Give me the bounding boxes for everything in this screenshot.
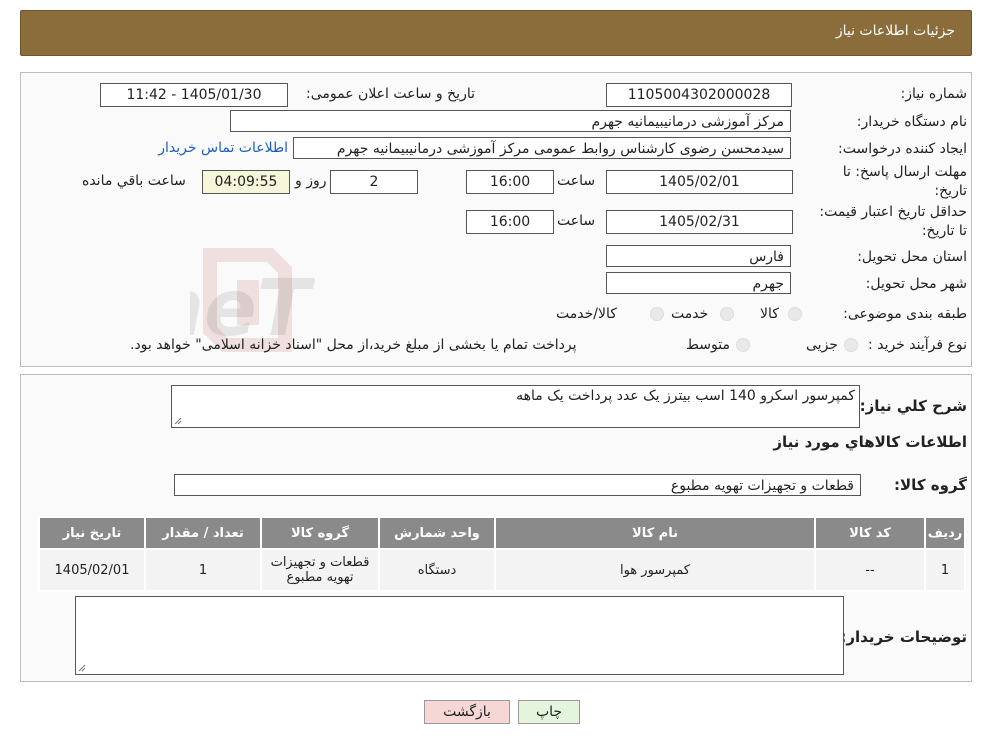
process-payment-note: پرداخت تمام یا بخشی از مبلغ خرید،از محل … — [130, 337, 577, 353]
days-and-label: روز و — [295, 173, 327, 189]
goods-table: رديف کد کالا نام کالا واحد شمارش گروه کا… — [38, 516, 966, 592]
remaining-time-label: ساعت باقي مانده — [82, 173, 186, 189]
category-service-label: خدمت — [671, 306, 709, 322]
col-header-unit: واحد شمارش — [378, 516, 496, 550]
process-minor-label: جزیی — [806, 337, 838, 353]
description-textarea[interactable]: کمپرسور اسکرو 140 اسب بیترز یک عدد پرداخ… — [171, 385, 860, 428]
resize-handle-icon[interactable] — [174, 417, 182, 425]
need-number-value: 1105004302000028 — [606, 83, 792, 107]
reply-deadline-label: مهلت ارسال پاسخ: تا تاریخ: — [842, 164, 967, 199]
requester-label: ایجاد کننده درخواست: — [838, 141, 967, 157]
city-value: جهرم — [606, 272, 791, 294]
col-header-row-number: رديف — [924, 516, 966, 550]
cell-goods-name: کمپرسور هوا — [494, 548, 816, 592]
description-text: کمپرسور اسکرو 140 اسب بیترز یک عدد پرداخ… — [516, 388, 855, 404]
resize-handle-icon[interactable] — [78, 664, 86, 672]
buyer-org-label: نام دستگاه خریدار: — [856, 114, 967, 130]
description-label: شرح کلي نياز: — [859, 397, 967, 415]
category-service-radio[interactable] — [720, 307, 734, 321]
cell-unit: دستگاه — [378, 548, 496, 592]
col-header-quantity: تعداد / مقدار — [144, 516, 262, 550]
price-validity-label: حداقل تاریخ اعتبار قیمت: تا تاریخ: — [819, 204, 967, 239]
process-medium-radio[interactable] — [736, 338, 750, 352]
col-header-goods-name: نام کالا — [494, 516, 816, 550]
province-value: فارس — [606, 245, 791, 267]
validity-time-value: 16:00 — [466, 210, 554, 234]
buyer-notes-textarea[interactable] — [75, 596, 844, 675]
col-header-need-date: تاریخ نیاز — [38, 516, 146, 550]
print-button[interactable]: چاپ — [518, 700, 580, 724]
validity-date-value: 1405/02/31 — [606, 210, 793, 234]
process-type-label: نوع فرآیند خرید : — [868, 337, 967, 353]
need-number-label: شماره نیاز: — [900, 86, 968, 102]
buyer-notes-label: توضیحات خریدار: — [840, 628, 967, 646]
category-goods-service-radio[interactable] — [650, 307, 664, 321]
cell-need-date: 1405/02/01 — [38, 548, 146, 592]
category-goods-radio[interactable] — [788, 307, 802, 321]
goods-group-value: قطعات و تجهیزات تهویه مطبوع — [174, 474, 861, 496]
reply-hour-label: ساعت — [557, 173, 596, 189]
remaining-days-value: 2 — [330, 170, 418, 194]
category-goods-service-label: کالا/خدمت — [556, 306, 617, 322]
province-label: استان محل تحویل: — [857, 249, 967, 265]
reply-date-value: 1405/02/01 — [606, 170, 793, 194]
category-goods-label: کالا — [760, 306, 779, 322]
cell-quantity: 1 — [144, 548, 262, 592]
goods-table-wrapper: رديف کد کالا نام کالا واحد شمارش گروه کا… — [38, 516, 966, 592]
validity-hour-label: ساعت — [557, 213, 596, 229]
announce-datetime-value: 1405/01/30 - 11:42 — [100, 83, 288, 107]
col-header-goods-group: گروه کالا — [260, 516, 380, 550]
requester-value: سیدمحسن رضوی کارشناس روابط عمومی مرکز آم… — [293, 137, 791, 159]
category-label: طبقه بندی موضوعی: — [843, 306, 967, 322]
cell-goods-code: -- — [814, 548, 926, 592]
page-title: جزئیات اطلاعات نیاز — [835, 23, 955, 39]
goods-table-header: رديف کد کالا نام کالا واحد شمارش گروه کا… — [38, 516, 966, 550]
reply-time-value: 16:00 — [466, 170, 554, 194]
buyer-org-value: مرکز آموزشی درمانیبیمانیه جهرم — [230, 110, 791, 132]
city-label: شهر محل تحویل: — [865, 276, 967, 292]
buyer-contact-link[interactable]: اطلاعات تماس خریدار — [158, 140, 288, 156]
announce-datetime-label: تاریخ و ساعت اعلان عمومی: — [306, 86, 475, 102]
process-medium-label: متوسط — [686, 337, 730, 353]
goods-info-title: اطلاعات کالاهاي مورد نياز — [773, 433, 967, 451]
page-header: جزئیات اطلاعات نیاز — [20, 10, 972, 56]
cell-goods-group: قطعات و تجهیزات تهویه مطبوع — [260, 548, 380, 592]
back-button[interactable]: بازگشت — [424, 700, 510, 724]
process-minor-radio[interactable] — [844, 338, 858, 352]
remaining-time-value: 04:09:55 — [202, 170, 290, 194]
col-header-goods-code: کد کالا — [814, 516, 926, 550]
table-row: 1 -- کمپرسور هوا دستگاه قطعات و تجهیزات … — [38, 548, 966, 592]
goods-group-label: گروه کالا: — [894, 476, 967, 494]
cell-row-number: 1 — [924, 548, 966, 592]
